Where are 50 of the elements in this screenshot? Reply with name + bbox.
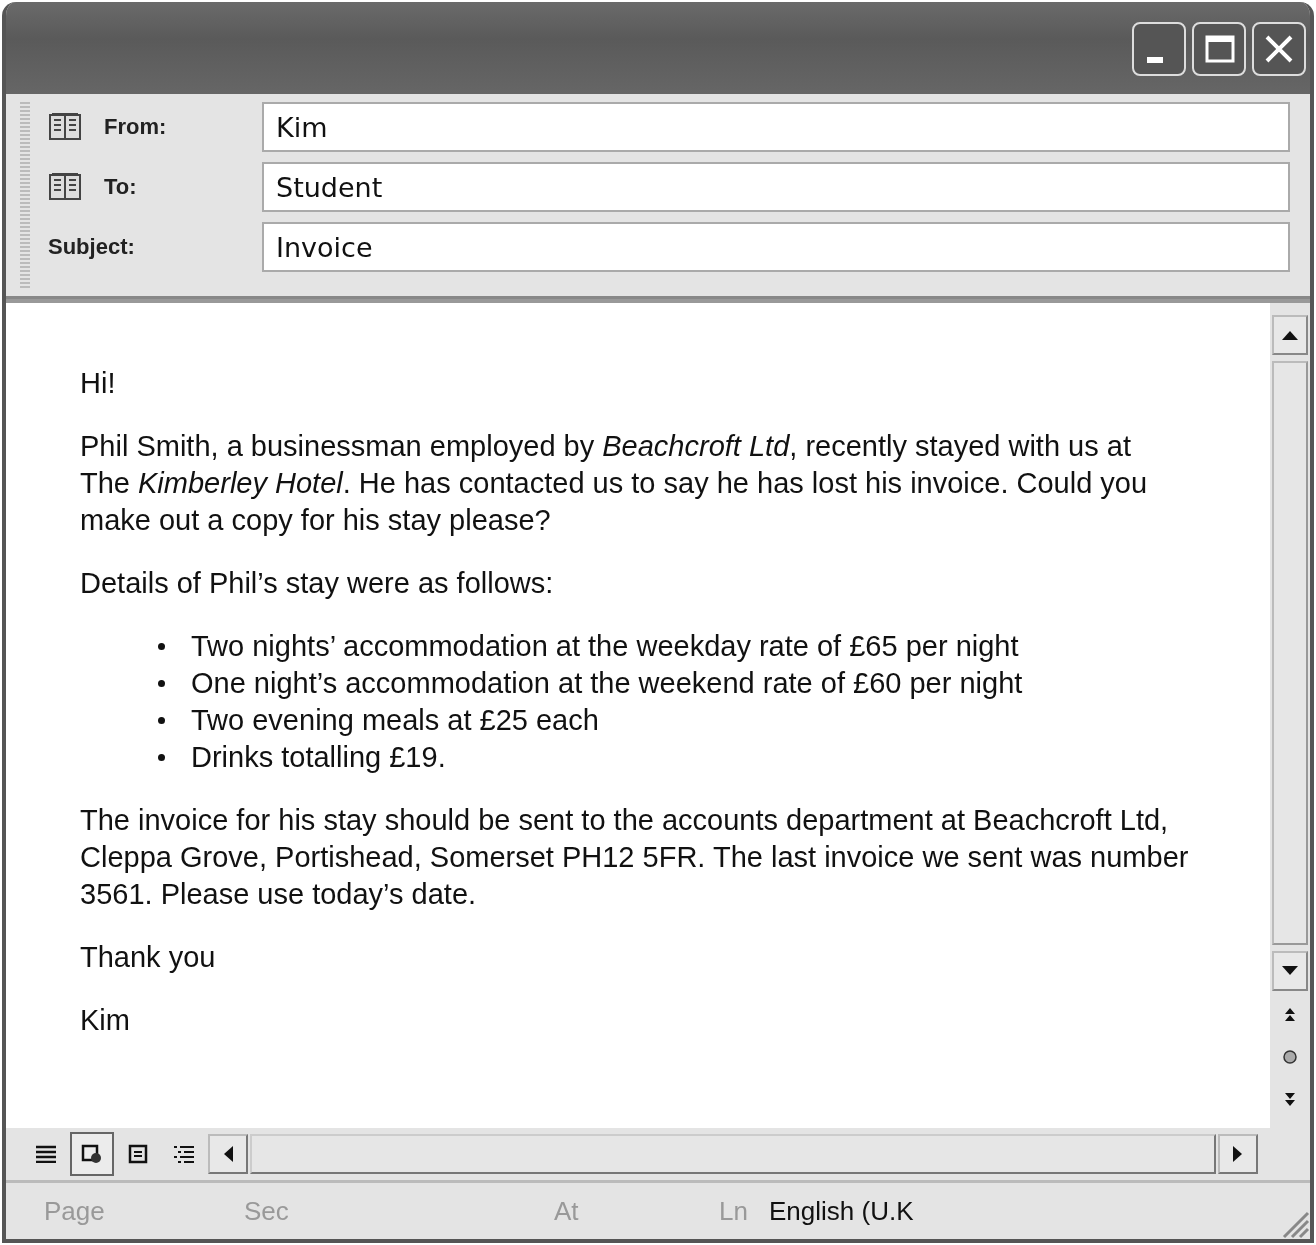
down-arrow-icon [1280,965,1300,977]
close-button[interactable] [1252,22,1306,76]
field-label: From: [104,114,167,140]
toolbar-grip[interactable] [20,102,30,288]
minimize-button[interactable] [1132,22,1186,76]
status-text: Ln [719,1195,749,1227]
maximize-button[interactable] [1192,22,1246,76]
page-icon [127,1144,149,1164]
web-layout-icon [81,1144,103,1164]
lines-icon [35,1145,57,1163]
list-item: One night’s accommodation at the weekend rate of £60 per night [191,666,1023,701]
status-text: English (U.K [769,1195,915,1227]
address-book-icon[interactable] [48,171,82,203]
double-down-arrow-icon [1283,1091,1297,1107]
scroll-down-button[interactable] [1272,951,1308,991]
address-book-icon[interactable] [48,111,82,143]
paragraph: Thank you [80,940,217,975]
paragraph: Kim [80,1003,131,1038]
status-text: Sec [244,1195,290,1227]
paragraph: Details of Phil’s stay were as follows: [80,566,555,601]
up-arrow-icon [1280,329,1300,341]
input-field[interactable]: Student [262,162,1290,212]
scroll-right-button[interactable] [1218,1134,1258,1174]
bullet-icon [158,643,165,650]
web-view-button[interactable] [70,1132,114,1176]
list-item: Drinks totalling £19. [191,740,446,775]
bullet-icon [158,717,165,724]
list-item: Two evening meals at £25 each [191,703,599,738]
bullet-icon [158,754,165,761]
horizontal-scrollbar[interactable] [250,1134,1216,1174]
minimize-icon [1147,57,1163,63]
list-item: Two nights’ accommodation at the weekday rate of £65 per night [191,629,1019,664]
circle-icon [1282,1049,1298,1065]
double-up-arrow-icon [1283,1007,1297,1023]
input-field[interactable]: Invoice [262,222,1290,272]
bullet-icon [158,680,165,687]
input-field[interactable]: Kim [262,102,1290,152]
field-label: To: [104,174,137,200]
paragraph: Hi! [80,366,117,401]
right-arrow-icon [1232,1144,1244,1164]
scroll-thumb[interactable] [1272,361,1308,945]
field-label: Subject: [48,234,135,260]
status-text: Page [44,1195,106,1227]
paragraph: Phil Smith, a businessman employed by Beachcroft Ltd, recently stayed with us at The Kimberley Hotel. He has contacted us to say he has lost his invoice. Could you make out a copy for his stay please? [80,429,1149,538]
paragraph: The invoice for his stay should be sent to the accounts department at Beachcroft Ltd, Cleppa Grove, Portishead, Somerset PH12 5FR. The last invoice we sent was number 3561. Please use today’s date. [80,803,1190,912]
left-arrow-icon [222,1144,234,1164]
scroll-up-button[interactable] [1272,315,1308,355]
outline-icon [173,1145,195,1163]
scroll-left-button[interactable] [208,1134,248,1174]
status-text: At [554,1195,580,1227]
